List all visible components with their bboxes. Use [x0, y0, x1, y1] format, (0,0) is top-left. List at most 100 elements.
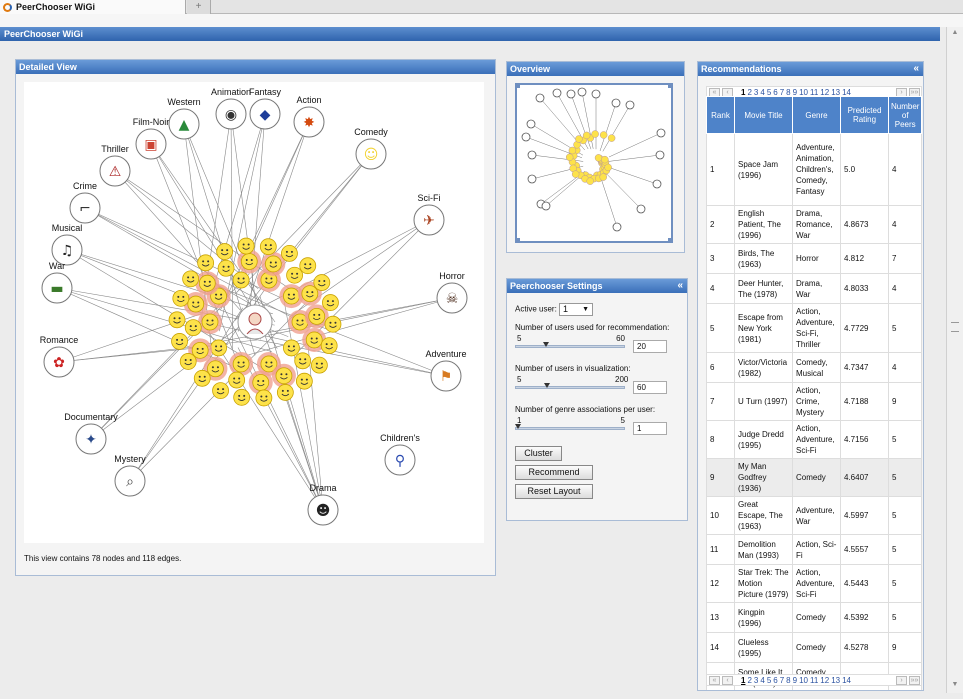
genre-label: Adventure — [425, 349, 466, 359]
viewport-handle — [514, 82, 520, 88]
overview-graph[interactable] — [514, 82, 674, 244]
table-row[interactable]: 9 My Man Godfrey (1936) Comedy 4.6407 5 — [706, 458, 923, 497]
peer-node — [171, 333, 188, 350]
genre-node-action[interactable]: ✸ Action — [293, 95, 325, 138]
graph-canvas[interactable]: ▣ Film-Noir ▲ Western ◉ Animation ◆ Fantasy ✸ Act… — [24, 82, 484, 543]
table-row[interactable]: 3 Birds, The (1963) Horror 4.812 7 — [706, 243, 923, 274]
table-row[interactable]: 14 Clueless (1995) Comedy 4.5278 9 — [706, 632, 923, 663]
genre-node-romance[interactable]: ✿ Romance — [40, 335, 79, 378]
table-row[interactable]: 2 English Patient, The (1996) Drama, Roman… — [706, 205, 923, 244]
scroll-up-icon[interactable]: ▲ — [950, 29, 960, 39]
first-page-button[interactable]: « — [709, 676, 720, 685]
column-header[interactable]: Number of Peers — [887, 96, 923, 134]
overview-genre-node — [636, 204, 646, 214]
genre-node-fantasy[interactable]: ◆ Fantasy — [249, 87, 282, 130]
genre-node-thriller[interactable]: ⚠ Thriller — [99, 144, 131, 187]
recommend-button[interactable]: Recommend — [515, 465, 593, 480]
genre-node-horror[interactable]: ☠ Horror — [436, 271, 468, 314]
genre-node-western[interactable]: ▲ Western — [167, 97, 201, 140]
collapse-icon[interactable]: « — [913, 62, 919, 76]
column-header[interactable]: Predicted Rating — [840, 96, 889, 134]
active-user-select[interactable]: 1 ▼ — [559, 303, 594, 316]
genre-node-crime[interactable]: ⌐ Crime — [69, 181, 101, 224]
new-tab-button[interactable]: + — [187, 0, 211, 14]
last-page-button[interactable]: »» — [909, 676, 920, 685]
overview-genre-node — [541, 201, 551, 211]
page-link[interactable]: 1 — [741, 676, 745, 685]
slider-thumb[interactable] — [515, 424, 521, 429]
page-link[interactable]: 7 — [780, 676, 784, 685]
table-cell: Horror — [792, 243, 841, 274]
genre-node-adventure[interactable]: ⚑ Adventure — [425, 349, 467, 392]
page-link[interactable]: 6 — [773, 676, 777, 685]
genre-label: Animation — [211, 87, 251, 97]
overview-genre-node — [611, 98, 621, 108]
collapse-icon[interactable]: « — [677, 279, 683, 293]
genre-node-animation[interactable]: ◉ Animation — [211, 87, 251, 130]
peer-graph[interactable]: ▣ Film-Noir ▲ Western ◉ Animation ◆ Fantasy ✸ Act… — [24, 82, 484, 543]
overview-genre-node — [652, 179, 662, 189]
prev-page-button[interactable]: ‹ — [722, 676, 733, 685]
slider-thumb[interactable] — [543, 342, 550, 347]
table-row[interactable]: 7U Turn (1997) Action, Crime, Mystery 4.71… — [706, 382, 923, 421]
page-scrollbar[interactable]: ▲ ▼ — [946, 27, 963, 693]
page-link[interactable]: 8 — [786, 676, 790, 685]
genre-node-documentary[interactable]: ✦ Documentary — [64, 412, 118, 455]
page-link[interactable]: 4 — [760, 676, 764, 685]
next-page-button[interactable]: › — [896, 676, 907, 685]
table-row[interactable]: 13 Kingpin (1996) Comedy 4.5392 5 — [706, 602, 923, 633]
genre-node-war[interactable]: ▬ War — [41, 261, 73, 304]
genre-node-mystery[interactable]: ⌕ Mystery — [114, 454, 146, 497]
peer-node — [197, 254, 215, 272]
genre-node-musical[interactable]: ♫ Musical — [51, 223, 83, 266]
overview-node — [591, 130, 599, 138]
page-link[interactable]: 11 — [810, 676, 818, 685]
slider-value-field[interactable]: 1 — [633, 422, 667, 435]
slider-value-field[interactable]: 20 — [633, 340, 667, 353]
page-link[interactable]: 13 — [831, 676, 840, 685]
cluster-button[interactable]: Cluster — [515, 446, 562, 461]
slider-value-field[interactable]: 60 — [633, 381, 667, 394]
scroll-thumb[interactable] — [951, 322, 959, 332]
table-cell: 10 — [706, 496, 735, 535]
table-cell: 5 — [887, 420, 923, 459]
table-row[interactable]: 1 Space Jam (1996) Adventure, Animation, C… — [706, 133, 923, 206]
recommendations-title: Recommendations — [701, 64, 782, 74]
table-row[interactable]: 5 Escape from New York (1981) Action, Adve… — [706, 303, 923, 353]
genre-node-childrens[interactable]: ⚲ Children's — [380, 433, 420, 476]
table-row[interactable]: 8 Judge Dredd (1995) Action, Adventure, Sc… — [706, 420, 923, 459]
page-link[interactable]: 14 — [842, 676, 851, 685]
genre-node-scifi[interactable]: ✈ Sci-Fi — [413, 193, 445, 236]
page-link[interactable]: 2 — [747, 676, 751, 685]
table-cell: 13 — [706, 602, 735, 633]
page-link[interactable]: 9 — [793, 676, 797, 685]
table-cell: Kingpin (1996) — [734, 602, 793, 633]
table-row[interactable]: 6 Victor/Victoria (1982) Comedy, Musical 4.… — [706, 352, 923, 383]
page-link[interactable]: 10 — [799, 676, 808, 685]
table-row[interactable]: 4 Deer Hunter, The (1978) Drama, War 4.8033… — [706, 273, 923, 304]
slider-thumb[interactable] — [544, 383, 551, 388]
table-cell: 1 — [706, 133, 735, 206]
genre-node-comedy[interactable]: ☺ Comedy — [354, 127, 388, 170]
column-header[interactable]: Genre — [792, 96, 841, 134]
genre-node-drama[interactable]: ☻ Drama — [307, 483, 339, 526]
column-header[interactable]: Rank — [706, 96, 735, 134]
reset-layout-button[interactable]: Reset Layout — [515, 484, 593, 499]
column-header[interactable]: Movie Title — [734, 96, 793, 134]
page-link[interactable]: 3 — [754, 676, 758, 685]
slider-track[interactable] — [515, 386, 625, 389]
filmnoir-icon: ▣ — [144, 137, 157, 153]
page-link[interactable]: 12 — [820, 676, 829, 685]
detailed-view-title: Detailed View — [19, 62, 77, 72]
scroll-down-icon[interactable]: ▼ — [950, 681, 960, 691]
table-row[interactable]: 10 Great Escape, The (1963) Adventure, War… — [706, 496, 923, 535]
slider-track[interactable] — [515, 427, 625, 430]
browser-tab[interactable]: PeerChooser WiGi — [0, 0, 186, 14]
overview-canvas[interactable] — [514, 82, 674, 244]
slider-track[interactable] — [515, 345, 625, 348]
table-row[interactable]: 12 Star Trek: The Motion Picture (1979) Ac… — [706, 564, 923, 603]
genre-node-filmnoir[interactable]: ▣ Film-Noir — [133, 117, 170, 160]
page-link[interactable]: 5 — [767, 676, 771, 685]
table-row[interactable]: 11 Demolition Man (1993) Action, Sci-Fi 4.5… — [706, 534, 923, 565]
tab-title: PeerChooser WiGi — [16, 2, 95, 12]
